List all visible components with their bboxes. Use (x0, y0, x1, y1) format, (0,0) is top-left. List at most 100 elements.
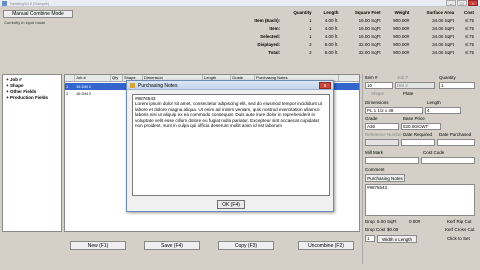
summary-cell: 34.00 SqFt (432, 17, 455, 23)
base-price-label: Base Price (403, 116, 425, 121)
dimensions-label: Dimensions (365, 100, 389, 105)
summary-cell: 1 (309, 33, 312, 39)
drop-cost-label: Drop Cost (365, 227, 386, 232)
quantity-field[interactable]: 1 (439, 82, 475, 89)
summary-header: Quantity (293, 9, 312, 15)
summary-header: Square Feet (354, 9, 381, 15)
tree-item-production-fields[interactable]: +Production Fields (6, 95, 48, 100)
summary-cell: 8.75 (465, 41, 474, 47)
reference-number-label: Reference Numbe (365, 132, 402, 137)
field-tree: +Job # +Shape +Other Fields +Production … (2, 74, 62, 232)
summary-cell: 32.00 SqFt (358, 41, 381, 47)
item-number-label: Item # (365, 75, 378, 80)
summary-header-row: Quantity Length Square Feet Weight Surfa… (240, 8, 476, 16)
quantity-label: Quantity (439, 75, 456, 80)
dialog-title-bar: Purchasing Notes x (127, 81, 333, 90)
minimize-icon[interactable]: – (446, 0, 456, 6)
grid-header-cell[interactable]: Job # (75, 75, 111, 81)
summary-cell: 4.00 ft. (324, 25, 339, 31)
summary-header (240, 8, 282, 16)
grid-cell: 16 DM 2 (76, 84, 92, 89)
reference-number-field[interactable] (365, 139, 399, 146)
width-length-button[interactable]: Width x Length (377, 235, 417, 243)
summary-cell: 16.00 SqFt (358, 17, 381, 23)
shape-value: Plate (403, 91, 414, 96)
grid-cell: 16 DM 2 (76, 91, 92, 96)
cost-code-field[interactable] (421, 157, 475, 164)
bottom-quantity-field[interactable]: 1 (365, 235, 375, 242)
summary-cell: 34.00 SqFt (432, 33, 455, 39)
summary-cell: 8.00 ft. (324, 41, 339, 47)
summary-cell: 8.75 (465, 33, 474, 39)
summary-cell: 4.00 ft. (324, 17, 339, 23)
summary-row: Selected: 1 4.00 ft. 16.00 SqFt 900.00# … (240, 32, 476, 40)
app-icon (2, 1, 7, 6)
summary-cell: 8.75 (465, 25, 474, 31)
summary-cell: Displayed: (257, 41, 281, 47)
job-number-label: Job # (397, 75, 409, 80)
tree-item-other-fields[interactable]: +Other Fields (6, 89, 36, 94)
grade-field[interactable]: A36 (365, 123, 399, 130)
date-required-label: Date Required (403, 132, 433, 137)
comment-notes-field[interactable]: #9876543 (365, 184, 475, 216)
mill-mark-label: Mill Mark (365, 150, 383, 155)
summary-cell: 16.00 SqFt (358, 33, 381, 39)
save-button[interactable]: Save (F4) (144, 241, 200, 250)
grid-header-cell[interactable]: Qty (111, 75, 123, 81)
summary-cell: Item: (269, 25, 281, 31)
summary-cell: 34.00 SqFt (432, 25, 455, 31)
date-required-field[interactable] (401, 139, 435, 146)
summary-header: Surface Area (426, 9, 455, 15)
summary-table: Quantity Length Square Feet Weight Surfa… (240, 8, 476, 56)
purchasing-notes-textarea[interactable]: #9876543 Lorem ipsum dolor sit amet, con… (132, 94, 330, 196)
copy-button[interactable]: Copy (F3) (218, 241, 274, 250)
length-field[interactable]: 4 (425, 107, 461, 114)
manual-combine-mode-button[interactable]: Manual Combine Mode (3, 10, 73, 18)
base-price-field[interactable]: 520.00/CWT (401, 123, 441, 130)
summary-cell: 900.00# (393, 25, 410, 31)
window-controls: – □ × (446, 0, 478, 6)
mill-mark-field[interactable] (365, 157, 419, 164)
summary-cell: Total: (268, 49, 281, 55)
close-icon[interactable]: x (319, 82, 331, 89)
item-number-field[interactable]: 10 (365, 82, 393, 89)
grid-header-cell[interactable] (65, 75, 75, 81)
summary-cell: 900.00# (393, 33, 410, 39)
tree-item-job[interactable]: +Job # (6, 77, 22, 82)
grid-cell: 1 (66, 84, 69, 89)
summary-cell: 34.00 SqFt (432, 41, 455, 47)
comment-label: Comment (365, 167, 385, 172)
uncombine-button[interactable]: Uncombine (F2) (298, 241, 354, 250)
summary-cell: 4.00 ft. (324, 33, 339, 39)
drop-label: Drop (365, 219, 375, 224)
close-icon[interactable]: × (468, 0, 478, 6)
summary-cell: 2 (309, 49, 312, 55)
length-label: Length (427, 100, 441, 105)
kerf-rip-label: Kerf Rip Cut (447, 219, 472, 224)
item-details-panel: Item # Job # Quantity 10 DM 2 1 Shape Pl… (362, 74, 478, 264)
tree-item-shape[interactable]: +Shape (6, 83, 24, 88)
grid-cell: 2 (66, 91, 69, 96)
ok-button[interactable]: OK (F4) (217, 200, 245, 209)
summary-cell: 8.75 (465, 49, 474, 55)
purchasing-notes-button[interactable]: Purchasing Notes (365, 174, 405, 182)
summary-cell: 900.00# (393, 17, 410, 23)
summary-row: Item: 1 4.00 ft. 16.00 SqFt 900.00# 34.0… (240, 24, 476, 32)
summary-header: Cost (464, 9, 474, 15)
drop-value: 6.00 SqFt (377, 219, 397, 224)
drop-weight: 0.00# (409, 219, 421, 224)
summary-cell: 8.00 ft. (324, 49, 339, 55)
job-number-field[interactable]: DM 2 (395, 82, 435, 89)
summary-cell: 8.75 (465, 17, 474, 23)
summary-header: Weight (394, 9, 410, 15)
summary-cell: 1 (309, 17, 312, 23)
new-button[interactable]: New (F1) (70, 241, 126, 250)
dimensions-field[interactable]: PL 1 1/2 x 48 (365, 107, 423, 114)
notes-icon (130, 83, 135, 88)
summary-row: Item (Each): 1 4.00 ft. 16.00 SqFt 900.0… (240, 16, 476, 24)
date-purchased-field[interactable] (437, 139, 475, 146)
mode-status-text: Currently in input mode (4, 20, 46, 25)
click-to-set-label[interactable]: Click to Set (447, 236, 470, 241)
maximize-icon[interactable]: □ (457, 0, 467, 6)
summary-cell: 900.00# (393, 49, 410, 55)
